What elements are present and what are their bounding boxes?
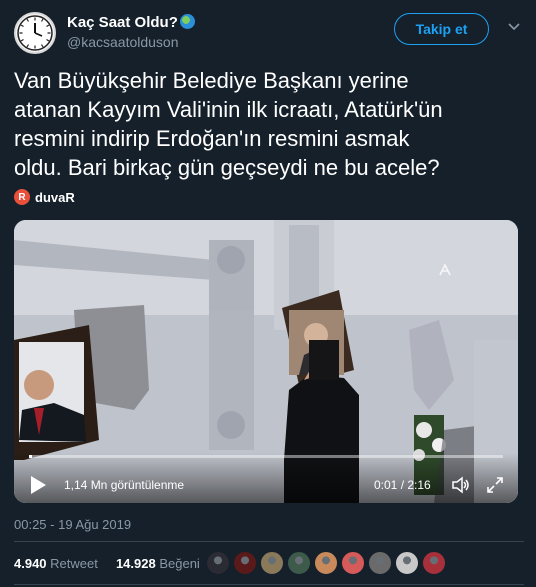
- aa-logo-icon: [439, 263, 451, 276]
- chevron-down-icon[interactable]: [507, 20, 521, 34]
- display-name[interactable]: Kaç Saat Oldu?: [67, 14, 195, 31]
- liker-avatar[interactable]: [314, 551, 338, 575]
- source-name[interactable]: duvaR: [35, 190, 75, 205]
- handle[interactable]: @kacsaatolduson: [67, 34, 179, 50]
- liker-avatar[interactable]: [368, 551, 392, 575]
- video-progress-bar[interactable]: [29, 455, 503, 458]
- avatar[interactable]: [14, 12, 56, 54]
- video-player[interactable]: 1,14 Mn görüntülenme 0:01 / 2:16: [14, 220, 518, 503]
- like-stat[interactable]: 14.928 Beğeni: [116, 556, 200, 571]
- liker-avatar[interactable]: [206, 551, 230, 575]
- retweet-label: Retweet: [50, 556, 98, 571]
- tweet-header: Kaç Saat Oldu? @kacsaatolduson Takip et: [14, 10, 524, 56]
- liker-avatar[interactable]: [287, 551, 311, 575]
- follow-button[interactable]: Takip et: [394, 13, 489, 45]
- tweet-stats: 4.940 Retweet 14.928 Beğeni: [14, 556, 200, 571]
- volume-icon[interactable]: [451, 475, 471, 495]
- liker-avatar[interactable]: [341, 551, 365, 575]
- video-progress-fill: [29, 455, 33, 458]
- divider: [14, 584, 524, 585]
- liker-avatars: [206, 551, 449, 575]
- like-count[interactable]: 14.928: [116, 556, 156, 571]
- globe-icon: [179, 14, 195, 29]
- liker-avatar[interactable]: [233, 551, 257, 575]
- liker-avatar[interactable]: [422, 551, 446, 575]
- tweet-source[interactable]: R duvaR: [14, 188, 75, 206]
- like-label: Beğeni: [159, 556, 200, 571]
- liker-avatar[interactable]: [395, 551, 419, 575]
- divider: [14, 541, 524, 542]
- display-name-text[interactable]: Kaç Saat Oldu?: [67, 14, 178, 31]
- retweet-count[interactable]: 4.940: [14, 556, 47, 571]
- liker-avatar[interactable]: [260, 551, 284, 575]
- retweet-stat[interactable]: 4.940 Retweet: [14, 556, 98, 571]
- play-icon[interactable]: [28, 474, 48, 496]
- tweet-timestamp[interactable]: 00:25 - 19 Ağu 2019: [14, 517, 131, 532]
- video-time: 0:01 / 2:16: [374, 478, 431, 492]
- fullscreen-icon[interactable]: [485, 475, 505, 495]
- view-count: 1,14 Mn görüntülenme: [64, 478, 185, 492]
- clock-icon: [17, 15, 53, 51]
- duvar-logo-icon: R: [14, 189, 30, 205]
- tweet-text: Van Büyükşehir Belediye Başkanı yerine a…: [14, 68, 443, 180]
